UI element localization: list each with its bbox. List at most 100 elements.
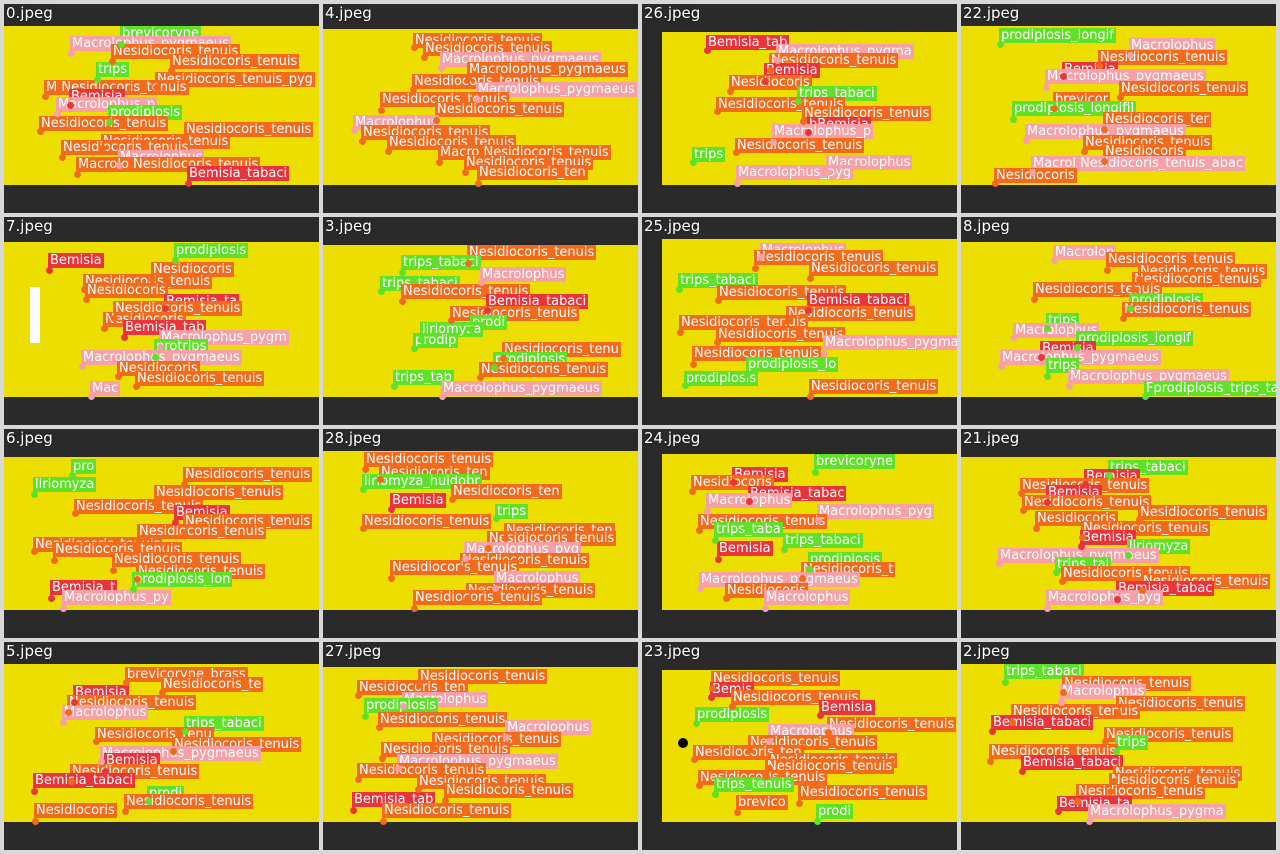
detection-point: [379, 754, 386, 762]
detection-point: [130, 586, 137, 593]
detection-label: Macrolophus_pygma: [1088, 803, 1226, 819]
detection-point: [118, 41, 125, 48]
detection-point: [475, 180, 482, 187]
detection-label: Nesidiocoris_tenuis: [479, 361, 609, 377]
detection-point: [152, 353, 159, 361]
detection-point: [181, 481, 188, 488]
detection-point: [380, 817, 387, 825]
detection-point: [1053, 569, 1060, 576]
detection-point: [88, 392, 95, 400]
detection-point: [181, 529, 188, 536]
detection-point: [723, 595, 730, 602]
detection-point: [708, 693, 715, 701]
detection-point: [752, 264, 759, 272]
detection-label: Nesidiocoris_tenuis: [135, 370, 265, 386]
detection-point: [430, 744, 437, 752]
detection-point: [439, 392, 446, 400]
tile-filename: 0.jpeg: [6, 4, 53, 22]
detection-point: [72, 510, 79, 517]
detection-label: Nesidiocoris_tenuis: [183, 467, 313, 482]
detection-point: [733, 149, 740, 156]
detection-point: [1136, 516, 1143, 523]
detection-point: [1136, 275, 1143, 283]
detection-point: [395, 764, 402, 772]
detection-point: [676, 285, 683, 293]
image-tile: 24.jpegbrevicoryneBemisiaNesidiocorisBem…: [642, 429, 957, 638]
detection-point: [704, 508, 711, 515]
detection-point: [378, 287, 385, 295]
detection-point: [438, 65, 445, 72]
detection-point: [1120, 314, 1127, 322]
detection-label: Bemisia: [819, 699, 875, 715]
detection-point: [815, 517, 822, 524]
detection-point: [1114, 708, 1121, 716]
image-tile: 22.jpeg prodiplosis_longif Macrolophus Nesi…: [961, 4, 1276, 213]
detection-label: Bemisia_tabaci: [187, 166, 290, 181]
detection-label: Macrolophus_pygmaeus: [1000, 349, 1161, 365]
detection-point: [31, 491, 38, 498]
detection-point: [172, 519, 179, 526]
detection-point: [465, 75, 472, 82]
detection-point: [997, 41, 1004, 48]
detection-point: [1044, 372, 1051, 380]
detection-point: [391, 382, 398, 390]
detection-point: [712, 537, 719, 544]
detection-point: [99, 145, 106, 152]
label-mosaic: 0.jpeg brevicoryne Macrolophus_pygmaeus Nes…: [0, 0, 1280, 854]
detection-point: [1107, 787, 1114, 795]
detection-label: Nesidiocoris_ten: [477, 165, 588, 180]
detection-point: [458, 565, 465, 572]
detection-label: Bemisia_tabaci: [1021, 754, 1124, 770]
tile-filename: 28.jpeg: [325, 429, 382, 447]
detection-point: [1114, 596, 1121, 603]
detection-point: [727, 88, 734, 95]
detection-label: Macrolophus: [764, 590, 851, 605]
detection-point: [696, 781, 703, 789]
image-tile: 5.jpeg brevicoryne_brass Nesidiocoris_te Be…: [4, 641, 319, 850]
detection-point: [362, 712, 369, 720]
detection-point: [74, 171, 81, 178]
detection-point: [362, 466, 369, 473]
detection-point: [182, 136, 189, 143]
detection-label: Macrolophus_pyg: [1046, 590, 1164, 605]
image-tile: 0.jpegbrevicoryneMacrolophus_pygmaeusNes…: [4, 4, 319, 213]
detection-point: [805, 306, 812, 314]
detection-point: [1010, 116, 1017, 123]
detection-point: [796, 799, 803, 807]
detection-label: Nesidiocoris_tenuis: [798, 784, 928, 800]
detection-label: brevico: [736, 794, 788, 810]
tile-filename: 27.jpeg: [325, 641, 382, 660]
detection-point: [411, 44, 418, 51]
detection-point: [1106, 472, 1113, 479]
tile-filename: 22.jpeg: [963, 4, 1020, 22]
detection-point: [1002, 678, 1009, 686]
detection-point: [153, 84, 160, 91]
detection-point: [709, 684, 716, 692]
detection-point: [1102, 737, 1109, 745]
detection-point: [110, 567, 117, 574]
detection-point: [359, 138, 366, 145]
detection-point: [1066, 382, 1073, 390]
detection-label: Macrolophus_pygmaeus: [441, 380, 602, 396]
detection-label: trips: [692, 147, 726, 162]
detection-point: [385, 148, 392, 155]
detection-point: [71, 698, 78, 706]
detection-label: Nesidiocoris_tenuis: [467, 244, 597, 260]
detection-point: [350, 806, 357, 814]
detection-label: Nesidiocoris_tenuis: [378, 711, 508, 727]
detection-point: [1079, 534, 1086, 541]
detection-label: trips: [495, 504, 529, 519]
detection-point: [436, 159, 443, 166]
detection-point: [182, 727, 189, 735]
tile-filename: 6.jpeg: [6, 429, 53, 447]
detection-point: [159, 688, 166, 696]
detection-point: [1082, 481, 1089, 488]
detection-point: [122, 807, 129, 815]
detection-point: [109, 58, 116, 65]
detection-point: [814, 817, 821, 825]
detection-point: [690, 159, 697, 166]
detection-label: Nesidiocoris_tenuis: [1119, 81, 1249, 96]
detection-point: [60, 605, 67, 612]
image-tile: 3.jpeg Nesidiocoris_tenuis trips_tabaci Mac…: [323, 216, 638, 425]
detection-point: [1142, 392, 1149, 400]
